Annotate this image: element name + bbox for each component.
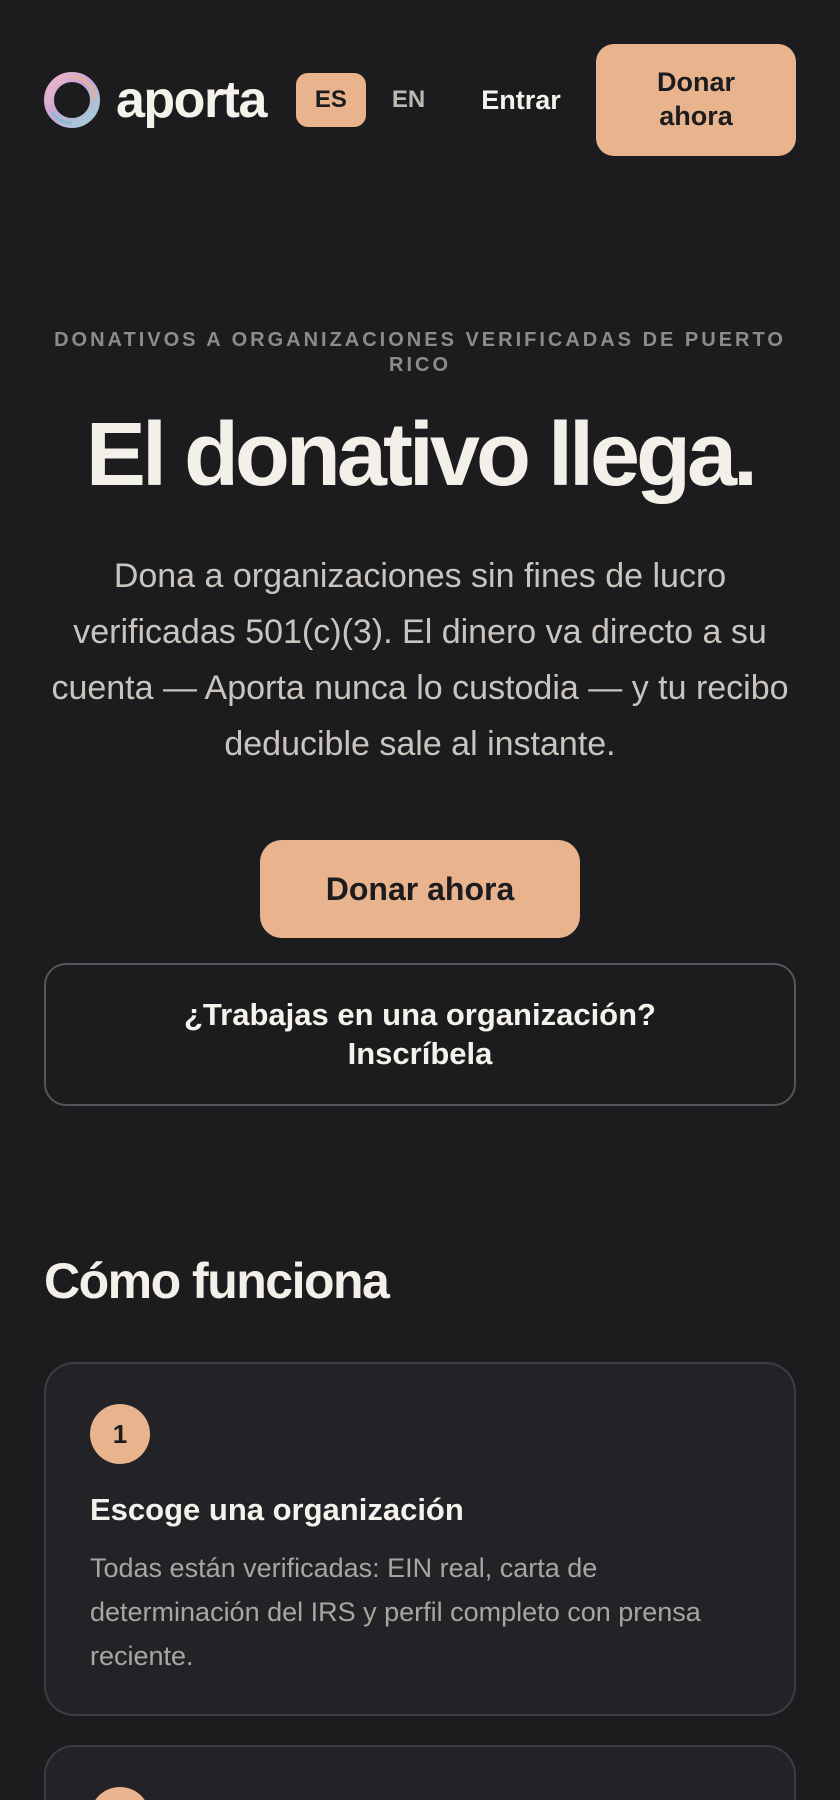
step-card: 1 Escoge una organización Todas están ve… [44, 1362, 796, 1716]
brand-name: aporta [116, 71, 267, 129]
language-en-button[interactable]: EN [392, 86, 425, 114]
how-it-works-title: Cómo funciona [44, 1253, 390, 1309]
login-link[interactable]: Entrar [481, 85, 561, 116]
donate-now-button[interactable]: Donar ahora [260, 840, 580, 938]
step-description: Todas están verificadas: EIN real, carta… [90, 1553, 701, 1671]
aporta-logo-icon [44, 72, 100, 128]
step-title: Escoge una organización [90, 1492, 464, 1527]
step-number-badge: 1 [90, 1404, 150, 1464]
language-es-button[interactable]: ES [295, 73, 366, 127]
hero-eyebrow: DONATIVOS A ORGANIZACIONES VERIFICADAS D… [54, 329, 786, 376]
hero-title: El donativo llega. [85, 405, 758, 505]
step-card: 2 [44, 1745, 796, 1800]
register-organization-button[interactable]: ¿Trabajas en una organización? Inscríbel… [44, 963, 796, 1106]
brand-logo[interactable]: aporta [44, 71, 267, 129]
donate-header-button[interactable]: Donar ahora [596, 44, 796, 156]
top-nav: aporta ES EN Entrar Donar ahora [44, 44, 796, 156]
step-number-badge: 2 [90, 1787, 150, 1800]
hero-subtitle: Dona a organizaciones sin fines de lucro… [51, 557, 789, 763]
